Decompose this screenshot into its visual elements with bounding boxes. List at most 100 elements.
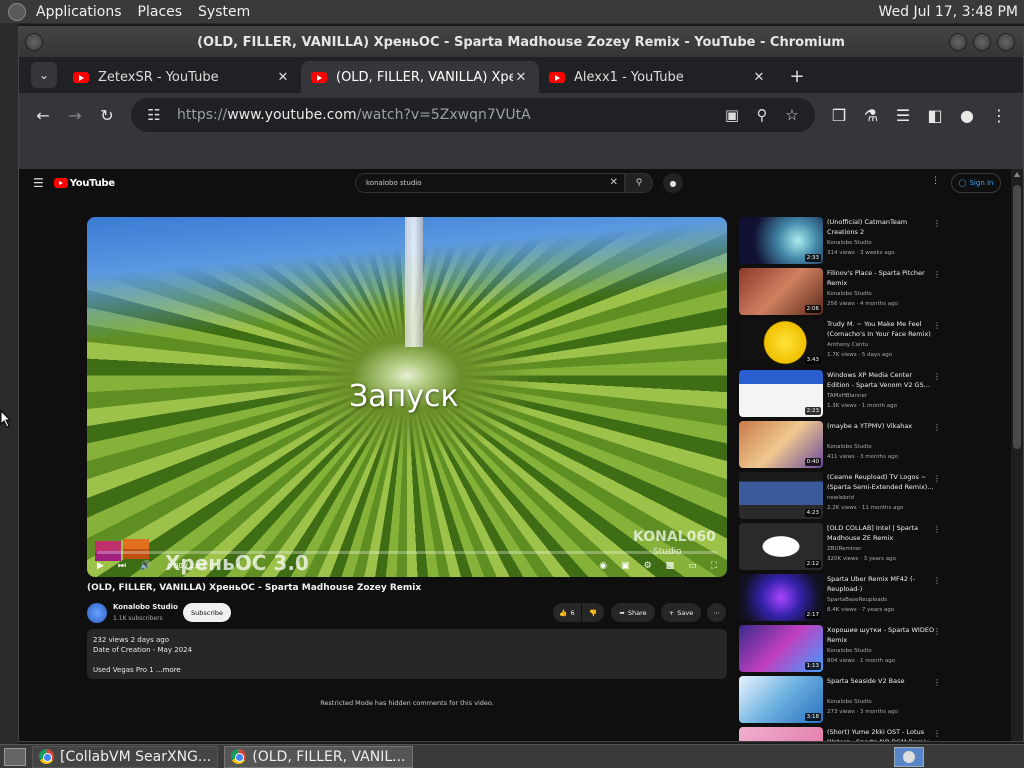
workspace-switcher-icon[interactable]	[894, 747, 924, 767]
back-button[interactable]: ←	[27, 99, 59, 131]
labs-button[interactable]: ⚗	[855, 99, 887, 131]
kebab-menu-icon[interactable]: ⋮	[933, 474, 941, 483]
close-window-icon[interactable]	[997, 33, 1015, 51]
page-scrollbar[interactable]	[1011, 169, 1023, 741]
related-video-thumbnail[interactable]: 4:23	[739, 472, 823, 519]
system-menu[interactable]: System	[190, 4, 258, 20]
kebab-menu-icon[interactable]: ⋮	[933, 627, 941, 636]
related-video-item[interactable]: 2:23 Windows XP Media Center Edition - S…	[739, 370, 949, 421]
related-video-item[interactable]: 0:40 (maybe a YTPMV) Vikahax Konalobo St…	[739, 421, 949, 472]
share-button[interactable]: ➦ Share	[611, 603, 655, 622]
kebab-menu-icon[interactable]: ⋮	[933, 678, 941, 687]
kebab-menu-icon[interactable]: ⋮	[933, 576, 941, 585]
kebab-menu-icon[interactable]: ⋮	[933, 423, 941, 432]
related-video-item[interactable]: 3:18 Sparta Seaside V2 Base Konalobo Stu…	[739, 676, 949, 727]
zoom-icon[interactable]: ⚲	[747, 100, 777, 130]
maximize-icon[interactable]	[973, 33, 991, 51]
related-video-item[interactable]: 2:06 Filinov's Place - Sparta Pitcher Re…	[739, 268, 949, 319]
next-icon[interactable]: ⏭	[118, 561, 126, 571]
related-video-thumbnail[interactable]	[739, 727, 823, 741]
related-video-item[interactable]: 2:17 Sparta Uber Remix MF42 (-Reupload-)…	[739, 574, 949, 625]
related-video-thumbnail[interactable]: 2:33	[739, 217, 823, 264]
address-bar[interactable]: ☷ https://www.youtube.com/watch?v=5Zxwqn…	[131, 98, 815, 132]
tab-zetexsr[interactable]: ZetexSR - YouTube ✕	[63, 61, 301, 93]
save-button[interactable]: + Save	[661, 603, 701, 622]
subscribe-button[interactable]: Subscribe	[183, 603, 231, 622]
settings-kebab-icon[interactable]: ⋮	[931, 176, 940, 186]
kebab-menu-icon[interactable]: ⋮	[933, 372, 941, 381]
kebab-menu-icon[interactable]: ⋮	[933, 525, 941, 534]
scrollbar-thumb[interactable]	[1013, 185, 1021, 449]
autoplay-toggle-icon[interactable]: ◉	[599, 561, 607, 571]
install-app-icon[interactable]: ▣	[717, 100, 747, 130]
close-tab-icon[interactable]: ✕	[275, 70, 291, 85]
kebab-menu-icon[interactable]: ⋮	[933, 729, 941, 738]
settings-gear-icon[interactable]: ⚙	[644, 561, 652, 571]
more-actions-button[interactable]: ⋯	[707, 603, 726, 622]
fullscreen-icon[interactable]: ⛶	[711, 561, 717, 571]
related-video-item[interactable]: 2:12 [OLD COLLAB] Intel | Sparta Madhous…	[739, 523, 949, 574]
dislike-button[interactable]: 👎	[582, 603, 604, 622]
tab-alexx1[interactable]: Alexx1 - YouTube ✕	[539, 61, 777, 93]
volume-icon[interactable]: 🔊	[140, 561, 151, 571]
close-tab-icon[interactable]: ✕	[513, 70, 529, 85]
taskbar-item-youtube[interactable]: (OLD, FILLER, VANIL...	[224, 745, 413, 768]
related-video-item[interactable]: 3:43 Trudy M. ~ You Make Me Feel (Comach…	[739, 319, 949, 370]
theater-mode-icon[interactable]: ▭	[688, 561, 697, 571]
window-menu-icon[interactable]	[25, 33, 43, 51]
kebab-menu-icon[interactable]: ⋮	[933, 270, 941, 279]
site-info-icon[interactable]: ☷	[139, 100, 169, 130]
related-video-thumbnail[interactable]: 3:18	[739, 676, 823, 723]
bookmark-star-icon[interactable]: ☆	[777, 100, 807, 130]
url-text[interactable]: https://www.youtube.com/watch?v=5Zxwqn7V…	[177, 107, 717, 123]
kebab-menu-icon[interactable]: ⋮	[933, 321, 941, 330]
captions-icon[interactable]: ▣	[621, 561, 630, 571]
related-video-item[interactable]: (Short) Yume 2kki OST - Lotus Waters - S…	[739, 727, 949, 741]
related-video-thumbnail[interactable]: 0:40	[739, 421, 823, 468]
taskbar-item-searxng[interactable]: [CollabVM SearXNG...	[32, 745, 219, 768]
related-video-thumbnail[interactable]: 2:12	[739, 523, 823, 570]
show-desktop-icon[interactable]	[4, 747, 26, 766]
related-video-item[interactable]: 2:33 (Unofficial) CatmanTeam Creations 2…	[739, 217, 949, 268]
clear-search-icon[interactable]: ✕	[610, 177, 618, 188]
hamburger-menu-icon[interactable]: ☰	[33, 176, 44, 190]
kebab-menu-icon[interactable]: ⋮	[933, 219, 941, 228]
media-controls-button[interactable]: ☰	[887, 99, 919, 131]
window-titlebar[interactable]: (OLD, FILLER, VANILLA) ХреньОС - Sparta …	[19, 27, 1023, 57]
description-box[interactable]: 232 views 2 days ago Date of Creation - …	[87, 629, 727, 679]
channel-avatar[interactable]	[87, 603, 107, 623]
related-video-thumbnail[interactable]: 2:06	[739, 268, 823, 315]
like-button[interactable]: 👍 6	[553, 603, 581, 622]
related-video-item[interactable]: 4:23 (Ceame Reupload) TV Logos ~ (Sparta…	[739, 472, 949, 523]
gnome-foot-icon[interactable]	[8, 2, 26, 21]
close-tab-icon[interactable]: ✕	[751, 70, 767, 85]
side-panel-button[interactable]: ◧	[919, 99, 951, 131]
tab-current-video[interactable]: (OLD, FILLER, VANILLA) Хрен ✕	[301, 61, 539, 93]
youtube-logo[interactable]: YouTube	[53, 178, 115, 189]
play-icon[interactable]: ▶	[97, 561, 104, 571]
related-video-thumbnail[interactable]: 1:13	[739, 625, 823, 672]
scroll-up-arrow-icon[interactable]	[1014, 172, 1020, 177]
browser-menu-button[interactable]: ⋮	[983, 99, 1015, 131]
tab-search-dropdown-button[interactable]: ⌄	[31, 62, 57, 88]
clock[interactable]: Wed Jul 17, 3:48 PM	[879, 4, 1018, 20]
description-more-link[interactable]: ...more	[156, 666, 181, 674]
video-player[interactable]: Запуск KONAL060 Studio ХреньОС 3.0 ▶ ⏭ 🔊…	[87, 217, 727, 577]
extensions-button[interactable]: ❒	[823, 99, 855, 131]
channel-name[interactable]: Konalobo Studio	[113, 603, 178, 611]
miniplayer-icon[interactable]: ▩	[666, 561, 675, 571]
search-button[interactable]: ⚲	[625, 173, 653, 193]
related-video-item[interactable]: 1:13 Хорошие шутки - Sparta WIDEO Remix …	[739, 625, 949, 676]
related-video-thumbnail[interactable]: 3:43	[739, 319, 823, 366]
forward-button[interactable]: →	[59, 99, 91, 131]
related-video-thumbnail[interactable]: 2:17	[739, 574, 823, 621]
minimize-icon[interactable]	[949, 33, 967, 51]
reload-button[interactable]: ↻	[91, 99, 123, 131]
search-input[interactable]: konalobo studio ✕	[355, 173, 625, 193]
voice-search-button[interactable]: ●	[663, 173, 683, 193]
sign-in-button[interactable]: ◯ Sign in	[951, 173, 1001, 193]
new-tab-button[interactable]: +	[783, 62, 811, 90]
places-menu[interactable]: Places	[130, 4, 191, 20]
applications-menu[interactable]: Applications	[28, 4, 130, 20]
related-video-thumbnail[interactable]: 2:23	[739, 370, 823, 417]
